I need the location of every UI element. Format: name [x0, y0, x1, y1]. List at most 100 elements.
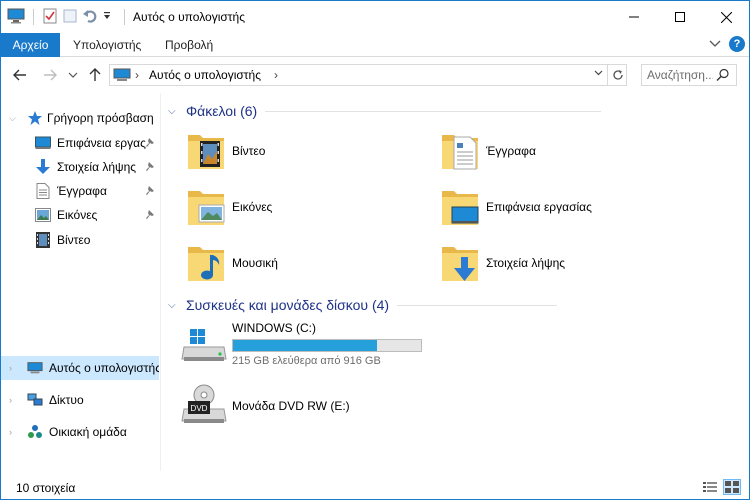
expand-caret-icon[interactable]: ›: [9, 363, 19, 373]
close-button[interactable]: [703, 1, 749, 33]
status-bar: 10 στοιχεία: [1, 477, 749, 499]
sidebar-item-label: Δίκτυο: [49, 393, 84, 407]
sidebar-item-label: Εικόνες: [57, 208, 98, 222]
tab-view[interactable]: Προβολή: [153, 33, 225, 57]
drive-item-c[interactable]: WINDOWS (C:) 215 GB ελεύθερα από 916 GB: [180, 321, 422, 367]
properties-icon[interactable]: [42, 8, 58, 27]
sidebar-item-label: Γρήγορη πρόσβαση: [47, 111, 154, 125]
dvd-drive-icon: DVD: [180, 383, 228, 427]
drive-usage-bar: [232, 339, 422, 352]
undo-icon[interactable]: [82, 8, 98, 27]
address-bar[interactable]: › Αυτός ο υπολογιστής ›: [109, 64, 627, 86]
maximize-button[interactable]: [657, 1, 703, 33]
maximize-icon: [675, 12, 685, 22]
pin-icon[interactable]: [145, 209, 155, 223]
sidebar-item-documents[interactable]: Έγγραφα: [1, 179, 159, 203]
music-folder-icon: [186, 241, 226, 285]
details-view-button[interactable]: [701, 479, 719, 495]
tab-file[interactable]: Αρχείο: [1, 33, 60, 57]
forward-button[interactable]: [41, 66, 59, 84]
back-arrow-icon: [13, 69, 26, 81]
breadcrumb-chevron-icon[interactable]: ›: [135, 68, 139, 82]
expand-ribbon-icon[interactable]: [709, 37, 721, 51]
minimize-button[interactable]: [611, 1, 657, 33]
pictures-folder-icon: [186, 185, 226, 229]
folders-group-header[interactable]: ⌵ Φάκελοι (6): [168, 101, 738, 121]
tiles-view-icon: [725, 481, 739, 493]
quick-access-toolbar: [7, 7, 112, 27]
sidebar-item-pictures[interactable]: Εικόνες: [1, 203, 159, 227]
expand-caret-icon[interactable]: ⌵: [9, 113, 19, 124]
explorer-window: Αυτός ο υπολογιστής Αρχείο Υπολογιστής Π…: [0, 0, 750, 500]
network-icon: [27, 392, 43, 408]
pin-icon[interactable]: [145, 161, 155, 175]
refresh-button[interactable]: [607, 65, 627, 85]
refresh-icon: [612, 70, 623, 80]
forward-arrow-icon: [44, 69, 57, 81]
drive-label: WINDOWS (C:): [232, 321, 316, 335]
sidebar-item-this-pc[interactable]: › Αυτός ο υπολογιστής: [1, 356, 159, 380]
back-button[interactable]: [11, 66, 29, 84]
ribbon-tabs: Αρχείο Υπολογιστής Προβολή ?: [1, 33, 749, 57]
drive-details: Μονάδα DVD RW (E:): [232, 383, 350, 427]
chevron-down-icon: [68, 72, 78, 78]
help-icon[interactable]: ?: [729, 36, 745, 52]
download-icon: [35, 159, 51, 175]
video-folder-icon: [186, 129, 226, 173]
address-dropdown-icon[interactable]: [594, 68, 603, 80]
details-view-icon: [703, 482, 717, 492]
breadcrumb[interactable]: Αυτός ο υπολογιστής: [149, 68, 261, 82]
up-button[interactable]: [86, 66, 104, 84]
desktop-folder-icon: [440, 185, 480, 229]
folder-label: Επιφάνεια εργασίας: [486, 200, 592, 214]
drive-label: Μονάδα DVD RW (E:): [232, 399, 350, 413]
content-pane: ⌵ Φάκελοι (6) Βίντεο Έγγραφα Εικόνες Επι…: [162, 93, 749, 471]
homegroup-icon: [27, 424, 43, 440]
sidebar-item-video[interactable]: Βίντεο: [1, 228, 159, 252]
folder-item-video[interactable]: Βίντεο: [186, 127, 436, 175]
folder-item-music[interactable]: Μουσική: [186, 239, 436, 287]
navigation-pane: ⌵ Γρήγορη πρόσβαση Επιφάνεια εργας Στοιχ…: [1, 93, 161, 471]
sidebar-item-label: Στοιχεία λήψης: [57, 160, 137, 174]
pin-icon[interactable]: [145, 137, 155, 151]
tab-computer[interactable]: Υπολογιστής: [61, 33, 153, 57]
desktop-icon: [35, 135, 51, 151]
expand-caret-icon[interactable]: ›: [9, 395, 19, 405]
folder-item-downloads[interactable]: Στοιχεία λήψης: [440, 239, 690, 287]
folder-item-desktop[interactable]: Επιφάνεια εργασίας: [440, 183, 690, 231]
folder-item-documents[interactable]: Έγγραφα: [440, 127, 690, 175]
search-input[interactable]: [647, 67, 713, 83]
new-folder-icon[interactable]: [62, 8, 78, 27]
search-icon[interactable]: [716, 68, 730, 85]
expand-caret-icon[interactable]: ›: [9, 427, 19, 437]
drive-item-e[interactable]: DVD Μονάδα DVD RW (E:): [180, 383, 350, 427]
group-title: Συσκευές και μονάδες δίσκου (4): [186, 297, 390, 313]
folder-label: Εικόνες: [232, 200, 273, 214]
sidebar-item-quick-access[interactable]: ⌵ Γρήγορη πρόσβαση: [1, 106, 159, 130]
drive-details: WINDOWS (C:) 215 GB ελεύθερα από 916 GB: [232, 321, 422, 367]
computer-icon[interactable]: [7, 8, 25, 27]
sidebar-item-homegroup[interactable]: › Οικιακή ομάδα: [1, 420, 159, 444]
devices-group-header[interactable]: ⌵ Συσκευές και μονάδες δίσκου (4): [168, 295, 738, 315]
sidebar-item-network[interactable]: › Δίκτυο: [1, 388, 159, 412]
collapse-chevron-icon[interactable]: ⌵: [168, 300, 182, 311]
window-title: Αυτός ο υπολογιστής: [133, 10, 245, 24]
drive-usage-fill: [233, 340, 377, 351]
documents-icon: [35, 183, 51, 199]
up-arrow-icon: [89, 68, 101, 81]
pin-icon[interactable]: [145, 185, 155, 199]
recent-locations-button[interactable]: [64, 66, 82, 84]
customize-toolbar-icon[interactable]: [102, 10, 112, 25]
dvd-logo-text: DVD: [191, 404, 208, 413]
sidebar-item-downloads[interactable]: Στοιχεία λήψης: [1, 155, 159, 179]
search-box[interactable]: [641, 64, 737, 86]
downloads-folder-icon: [440, 241, 480, 285]
tiles-view-button[interactable]: [723, 479, 741, 495]
folder-item-pictures[interactable]: Εικόνες: [186, 183, 436, 231]
sidebar-item-label: Βίντεο: [57, 233, 91, 247]
collapse-chevron-icon[interactable]: ⌵: [168, 106, 182, 117]
folder-label: Μουσική: [232, 256, 278, 270]
sidebar-item-desktop[interactable]: Επιφάνεια εργας: [1, 131, 159, 155]
folder-label: Βίντεο: [232, 144, 266, 158]
breadcrumb-chevron-icon[interactable]: ›: [274, 68, 278, 82]
